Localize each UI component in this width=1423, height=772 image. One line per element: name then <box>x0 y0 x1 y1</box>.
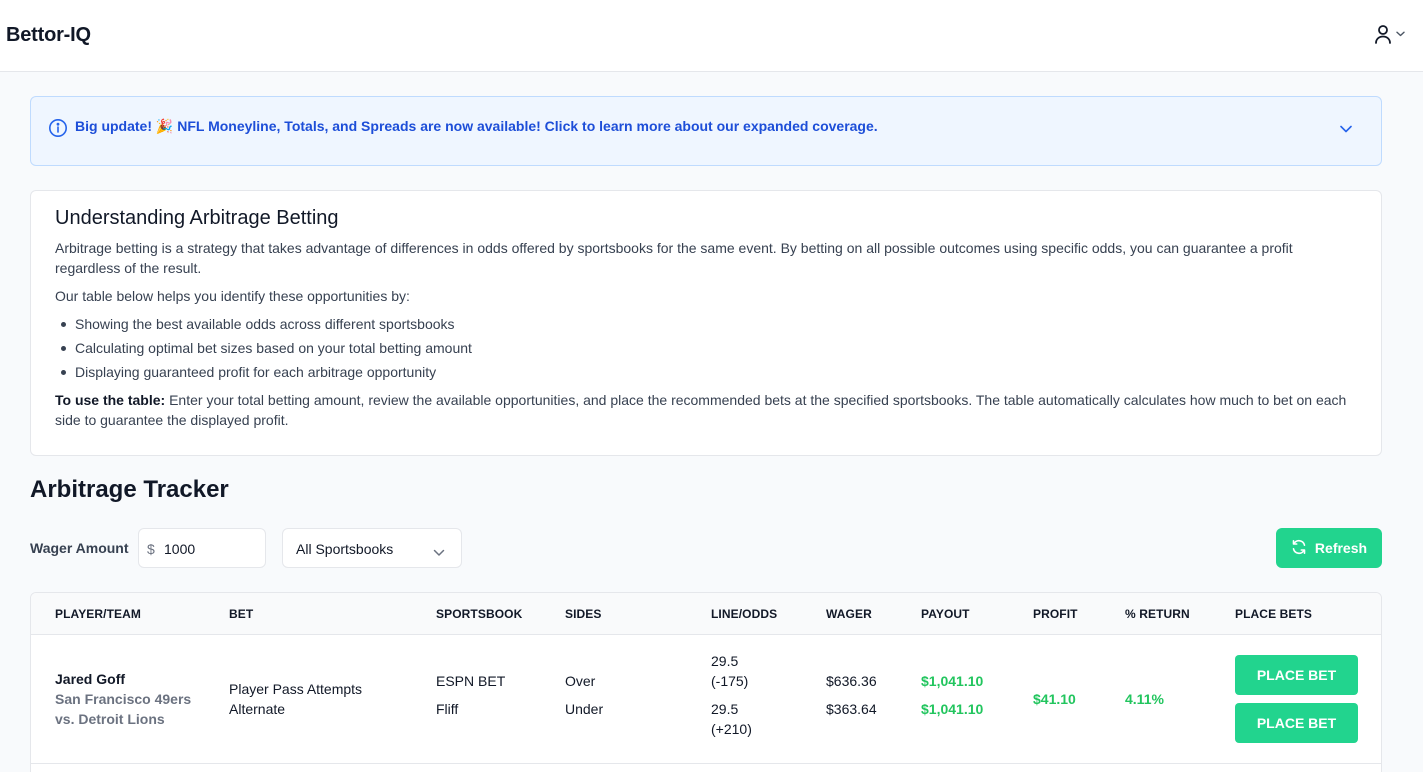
explainer-bullet-list: Showing the best available odds across d… <box>55 314 1357 382</box>
top-bar: Bettor-IQ <box>0 0 1423 72</box>
leg-odds: (+210) <box>711 721 752 737</box>
column-header-sides: SIDES <box>565 607 602 621</box>
column-header-bet: BET <box>229 607 254 621</box>
info-icon <box>48 118 68 143</box>
explainer-usage: To use the table: Enter your total betti… <box>55 390 1357 430</box>
banner-prefix: Big update! <box>75 118 152 134</box>
arbitrage-table: PLAYER/TEAM BET SPORTSBOOK SIDES LINE/OD… <box>30 592 1382 772</box>
leg-wager: $363.64 <box>826 701 877 717</box>
table-header: PLAYER/TEAM BET SPORTSBOOK SIDES LINE/OD… <box>31 593 1381 635</box>
explainer-lead: Our table below helps you identify these… <box>55 288 410 304</box>
leg-side: Over <box>565 673 596 689</box>
column-header-payout: PAYOUT <box>921 607 970 621</box>
explainer-intro: Arbitrage betting is a strategy that tak… <box>55 240 1293 276</box>
place-bet-button[interactable]: PLACE BET <box>1235 655 1358 695</box>
wager-amount-label: Wager Amount <box>30 540 129 556</box>
user-icon <box>1374 24 1392 44</box>
column-header-player: PLAYER/TEAM <box>55 607 142 621</box>
leg-line: 29.5 <box>711 701 739 717</box>
usage-label: To use the table: <box>55 392 166 408</box>
wager-amount-field[interactable]: $ <box>138 528 266 568</box>
currency-symbol: $ <box>147 541 155 557</box>
leg-side: Under <box>565 701 604 717</box>
player-name: Jared Goff <box>55 671 126 687</box>
refresh-label: Refresh <box>1314 540 1368 556</box>
tracker-title: Arbitrage Tracker <box>30 476 229 503</box>
row-divider <box>31 763 1381 764</box>
column-header-line-odds: LINE/ODDS <box>711 607 778 621</box>
sportsbook-filter-select[interactable]: All Sportsbooks <box>282 528 462 568</box>
explainer-title: Understanding Arbitrage Betting <box>55 207 339 229</box>
column-header-profit: PROFIT <box>1033 607 1078 621</box>
banner-body: NFL Moneyline, Totals, and Spreads are n… <box>177 118 878 134</box>
leg-sportsbook: Fliff <box>436 701 459 717</box>
leg-odds: (-175) <box>711 673 749 689</box>
explainer-bullet: Displaying guaranteed profit for each ar… <box>55 362 1357 382</box>
refresh-icon <box>1291 539 1307 558</box>
column-header-place-bets: PLACE BETS <box>1235 607 1313 621</box>
bet-market-type: Alternate <box>229 701 286 717</box>
row-profit: $41.10 <box>1033 691 1076 707</box>
leg-wager: $636.36 <box>826 673 877 689</box>
row-return-percent: 4.11% <box>1125 691 1164 707</box>
banner-emoji: 🎉 <box>155 118 174 134</box>
sportsbook-filter-value: All Sportsbooks <box>296 541 394 557</box>
update-banner[interactable]: Big update! 🎉 NFL Moneyline, Totals, and… <box>30 96 1382 166</box>
column-header-sportsbook: SPORTSBOOK <box>436 607 523 621</box>
chevron-down-icon <box>433 544 445 562</box>
matchup-team: San Francisco 49ers <box>55 691 192 707</box>
usage-text: Enter your total betting amount, review … <box>55 392 1347 428</box>
leg-line: 29.5 <box>711 653 739 669</box>
leg-payout: $1,041.10 <box>921 701 984 717</box>
bet-market: Player Pass Attempts <box>229 681 363 697</box>
explainer-bullet: Calculating optimal bet sizes based on y… <box>55 338 1357 358</box>
banner-expand-chevron-icon[interactable] <box>1339 121 1353 139</box>
wager-amount-input[interactable] <box>164 537 260 561</box>
explainer-bullet: Showing the best available odds across d… <box>55 314 1357 334</box>
brand-logo[interactable]: Bettor-IQ <box>6 24 91 47</box>
user-menu-button[interactable] <box>1374 24 1405 44</box>
leg-sportsbook: ESPN BET <box>436 673 506 689</box>
leg-payout: $1,041.10 <box>921 673 984 689</box>
column-header-wager: WAGER <box>826 607 872 621</box>
matchup-opponent: vs. Detroit Lions <box>55 711 165 727</box>
banner-message: Big update! 🎉 NFL Moneyline, Totals, and… <box>75 118 878 135</box>
column-header-return: % RETURN <box>1125 607 1190 621</box>
arbitrage-explainer-card: Understanding Arbitrage Betting Arbitrag… <box>30 190 1382 456</box>
refresh-button[interactable]: Refresh <box>1276 528 1382 568</box>
chevron-down-icon <box>1396 31 1405 37</box>
place-bet-button[interactable]: PLACE BET <box>1235 703 1358 743</box>
